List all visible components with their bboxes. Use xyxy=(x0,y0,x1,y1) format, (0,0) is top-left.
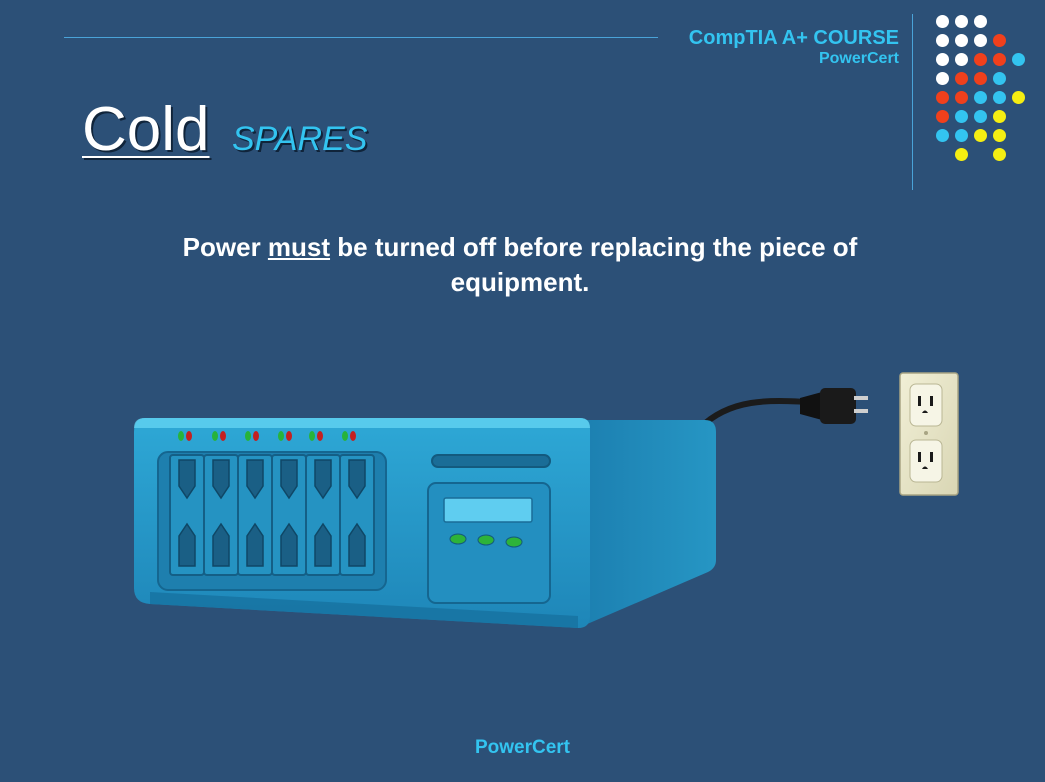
server-icon xyxy=(134,418,716,628)
slide: CompTIA A+ COURSE PowerCert Cold SPARES … xyxy=(0,0,1045,782)
power-outlet-icon xyxy=(899,372,959,496)
power-plug-icon xyxy=(800,388,868,424)
footer-brand: PowerCert xyxy=(474,737,571,758)
equipment-illustration xyxy=(134,372,959,628)
power-cord xyxy=(697,398,809,431)
